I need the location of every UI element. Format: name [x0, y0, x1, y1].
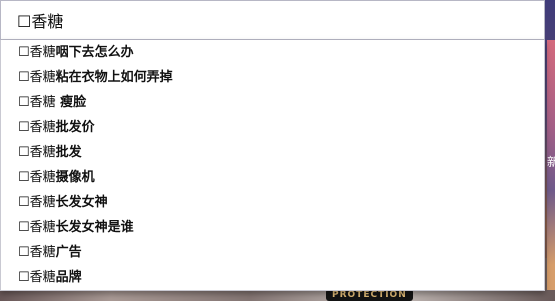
suggestion-completion: 批发价: [55, 120, 95, 135]
suggestion-prefix: ☐香糖: [18, 270, 56, 285]
suggestion-item[interactable]: ☐香糖批发: [1, 140, 544, 165]
suggestion-item[interactable]: ☐香糖粘在衣物上如何弄掉: [1, 65, 544, 90]
suggestion-completion: 长发女神: [55, 195, 108, 210]
suggestion-item[interactable]: ☐香糖 瘦脸: [1, 90, 544, 115]
background-edge-text: 新: [547, 155, 555, 169]
suggestion-item[interactable]: ☐香糖批发价: [1, 115, 544, 140]
suggestion-completion: 摄像机: [55, 170, 95, 185]
suggestion-completion: 咽下去怎么办: [55, 45, 134, 60]
suggestion-item[interactable]: ☐香糖广告: [1, 240, 544, 265]
suggestion-prefix: ☐香糖: [18, 170, 56, 185]
suggestion-list: ☐香糖咽下去怎么办 ☐香糖粘在衣物上如何弄掉 ☐香糖 瘦脸 ☐香糖批发价 ☐香糖…: [0, 40, 545, 291]
suggestion-prefix: ☐香糖: [18, 95, 56, 110]
suggestion-prefix: ☐香糖: [18, 145, 56, 160]
suggestion-item[interactable]: ☐香糖摄像机: [1, 165, 544, 190]
suggestion-item[interactable]: ☐香糖咽下去怎么办: [1, 40, 544, 65]
suggestion-item[interactable]: ☐香糖品牌: [1, 265, 544, 290]
suggestion-prefix: ☐香糖: [18, 70, 56, 85]
suggestion-prefix: ☐香糖: [18, 120, 56, 135]
suggestion-completion: 广告: [55, 245, 82, 260]
suggestion-completion: 瘦脸: [55, 95, 87, 110]
suggestion-completion: 品牌: [55, 270, 82, 285]
suggestion-prefix: ☐香糖: [18, 245, 56, 260]
suggestion-item[interactable]: ☐香糖长发女神是谁: [1, 215, 544, 240]
suggestion-completion: 粘在衣物上如何弄掉: [55, 70, 173, 85]
search-input[interactable]: [17, 10, 517, 30]
suggestion-prefix: ☐香糖: [18, 45, 56, 60]
suggestion-completion: 批发: [55, 145, 82, 160]
search-box[interactable]: [0, 0, 545, 40]
suggestion-item[interactable]: ☐香糖长发女神: [1, 190, 544, 215]
suggestion-completion: 长发女神是谁: [55, 220, 134, 235]
suggestion-prefix: ☐香糖: [18, 220, 56, 235]
suggestion-prefix: ☐香糖: [18, 195, 56, 210]
